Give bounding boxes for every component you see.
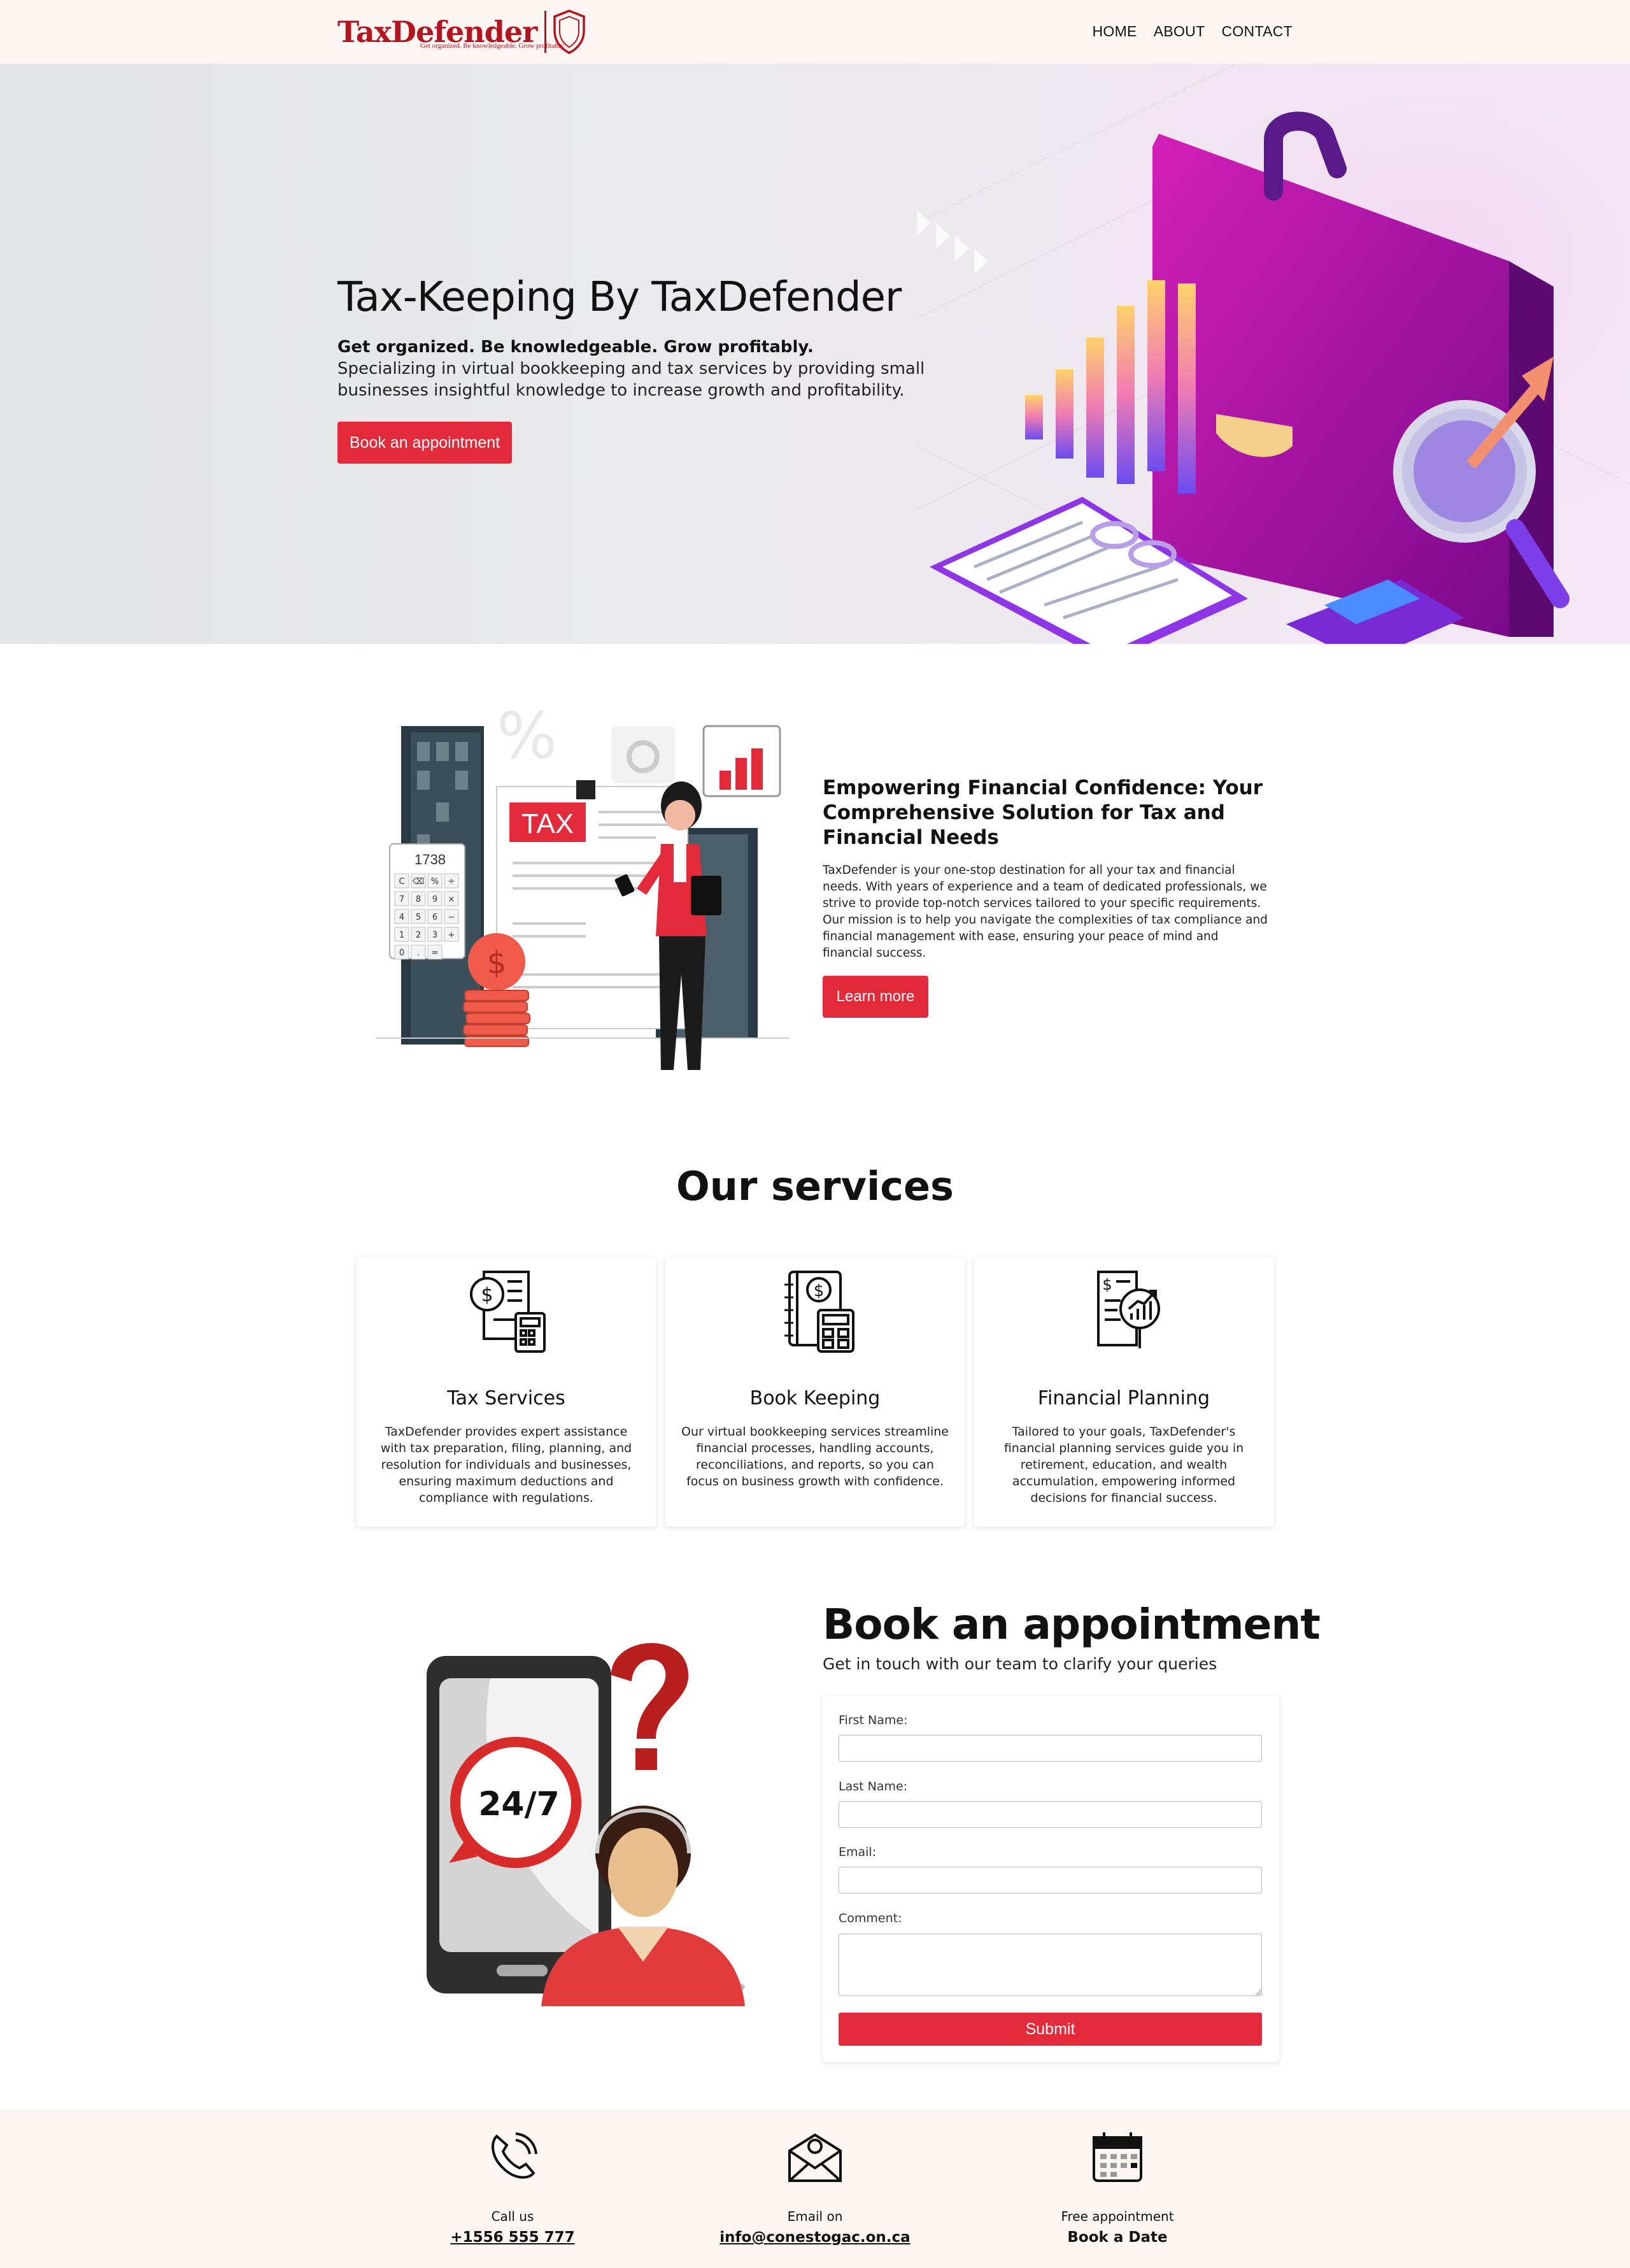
main-nav: HOME ABOUT CONTACT xyxy=(1093,23,1293,40)
comment-label: Comment: xyxy=(839,1911,902,1925)
last-name-input[interactable] xyxy=(839,1801,1262,1828)
svg-text:$: $ xyxy=(487,945,507,981)
calc-key-label: 6 xyxy=(432,913,437,922)
ledger-calculator-icon: $ xyxy=(784,1271,854,1353)
nav-home[interactable]: HOME xyxy=(1093,23,1137,40)
site-footer: Call us +1556 555 777 Email on info@cone… xyxy=(0,2109,1630,2268)
calc-key-label: C xyxy=(399,877,404,887)
calc-key-label: 9 xyxy=(432,895,437,904)
comment-textarea[interactable] xyxy=(839,1934,1262,1996)
tax-illustration: % TAX 1738 C ⌫% ÷ 7 8 9 × 4 5 6 − 1 2 3 +0. = $ xyxy=(376,707,790,1070)
appointment-subtitle: Get in touch with our team to clarify yo… xyxy=(823,1655,1217,1673)
calc-key-label: × xyxy=(448,895,455,904)
service-title: Financial Planning xyxy=(1037,1387,1210,1409)
calc-key-label: + xyxy=(448,931,455,940)
learn-more-button[interactable]: Learn more xyxy=(823,976,928,1018)
service-card-tax[interactable]: $ Tax Services TaxDefender provides expe… xyxy=(357,1258,656,1527)
calc-key-label: ÷ xyxy=(448,877,455,887)
service-card-bookkeeping[interactable]: $ Book Keeping Our virtual bookkeeping s… xyxy=(665,1258,965,1527)
footer-book: Free appointment Book a Date xyxy=(1022,2129,1213,2246)
svg-text:$: $ xyxy=(481,1284,493,1306)
calc-key-label: 0 xyxy=(399,948,404,958)
hero-title: Tax-Keeping By TaxDefender xyxy=(337,274,902,321)
nav-about[interactable]: ABOUT xyxy=(1154,23,1205,40)
tax-document-calculator-icon: $ xyxy=(470,1271,546,1353)
calc-key-label: 4 xyxy=(399,913,404,922)
calc-key-label: = xyxy=(432,948,439,958)
calc-key-label: ⌫ xyxy=(412,877,424,887)
book-date-link[interactable]: Book a Date xyxy=(1022,2229,1213,2246)
nav-contact[interactable]: CONTACT xyxy=(1221,23,1293,40)
book-appointment-button[interactable]: Book an appointment xyxy=(337,422,512,464)
submit-button[interactable]: Submit xyxy=(839,2013,1262,2046)
financial-report-growth-icon: $ xyxy=(1097,1271,1160,1348)
last-name-label: Last Name: xyxy=(839,1779,908,1794)
email-input[interactable] xyxy=(839,1867,1262,1894)
appointment-title: Book an appointment xyxy=(823,1600,1321,1649)
hero-subtitle: Get organized. Be knowledgeable. Grow pr… xyxy=(337,338,814,357)
service-title: Tax Services xyxy=(447,1387,565,1409)
hero-section: Tax-Keeping By TaxDefender Get organized… xyxy=(0,64,1630,644)
free-appointment-label: Free appointment xyxy=(1061,2209,1174,2224)
footer-call: Call us +1556 555 777 xyxy=(417,2129,608,2246)
email-label: Email: xyxy=(839,1845,877,1859)
calendar-icon xyxy=(1093,2132,1142,2182)
calc-key-label: % xyxy=(431,877,439,887)
calc-key-label: 8 xyxy=(416,895,421,904)
email-label-footer: Email on xyxy=(787,2209,843,2224)
hero-description: Specializing in virtual bookkeeping and … xyxy=(337,359,925,400)
appointment-form: First Name: Last Name: Email: Comment: S… xyxy=(823,1695,1279,2062)
tax-badge: TAX xyxy=(521,808,574,839)
about-text: TaxDefender is your one-stop destination… xyxy=(823,864,1268,960)
calc-key-label: − xyxy=(448,913,455,922)
call-label: Call us xyxy=(491,2209,534,2224)
service-text: Our virtual bookkeeping services streaml… xyxy=(681,1425,949,1488)
calc-key-label: 3 xyxy=(432,931,437,940)
service-title: Book Keeping xyxy=(749,1387,881,1409)
calc-key-label: 2 xyxy=(416,931,421,940)
svg-text:1738: 1738 xyxy=(415,852,446,867)
svg-text:$: $ xyxy=(1102,1276,1112,1294)
services-title: Our services xyxy=(676,1163,954,1209)
twenty-four-seven-badge: 24/7 xyxy=(478,1785,560,1823)
brand-tagline: Get organized. Be knowledgeable. Grow pr… xyxy=(420,42,565,50)
footer-email: Email on info@conestogac.on.ca xyxy=(719,2129,911,2246)
svg-text:$: $ xyxy=(814,1281,825,1301)
brand-logo[interactable]: TaxDefender Get organized. Be knowledgea… xyxy=(337,9,586,55)
calc-key-label: 1 xyxy=(399,931,404,940)
email-link[interactable]: info@conestogac.on.ca xyxy=(719,2229,910,2246)
svg-text:%: % xyxy=(497,707,557,773)
calc-key-label: 5 xyxy=(416,913,421,922)
first-name-input[interactable] xyxy=(839,1735,1262,1762)
phone-link[interactable]: +1556 555 777 xyxy=(450,2229,574,2246)
first-name-label: First Name: xyxy=(839,1713,908,1727)
about-title: Empowering Financial Confidence: Your Co… xyxy=(823,776,1263,849)
service-card-financial-planning[interactable]: $ Financial Planning Tailored to your go… xyxy=(974,1258,1273,1527)
service-text: Tailored to your goals, TaxDefender's fi… xyxy=(1003,1425,1244,1505)
calc-key-label: 7 xyxy=(399,895,404,904)
site-header: TaxDefender Get organized. Be knowledgea… xyxy=(0,0,1630,64)
support-illustration: 24/7 xyxy=(427,1643,745,2006)
calc-key-label: . xyxy=(417,948,420,958)
service-text: TaxDefender provides expert assistance w… xyxy=(380,1425,632,1505)
envelope-icon xyxy=(788,2133,842,2182)
phone-icon xyxy=(492,2132,537,2179)
hero-illustration xyxy=(917,64,1630,644)
